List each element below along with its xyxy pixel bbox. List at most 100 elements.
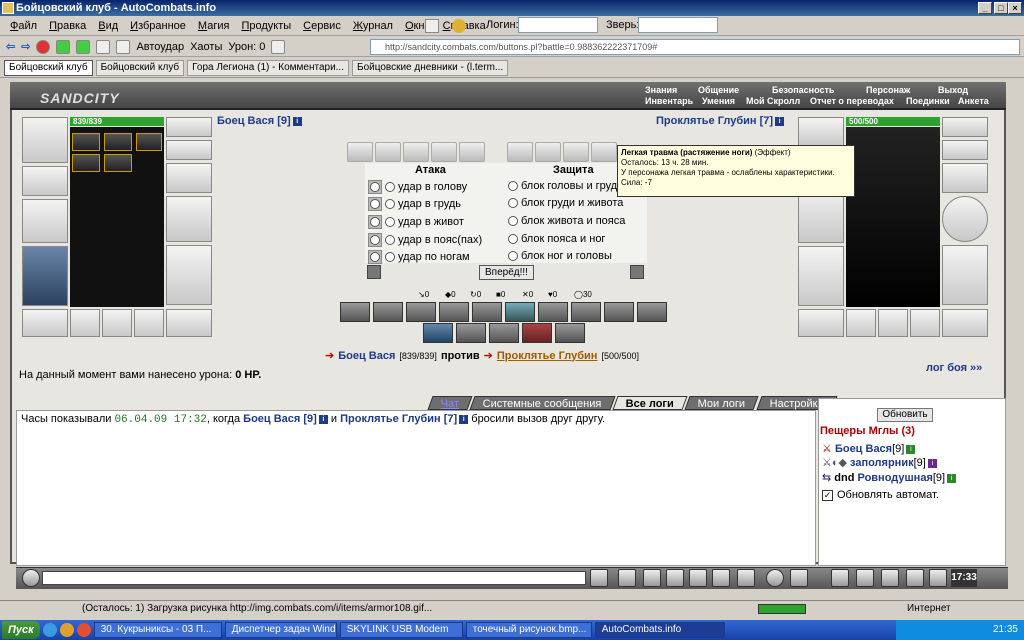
enemy-ring-slot-3[interactable] (910, 309, 940, 337)
skill-slot-1[interactable] (340, 302, 370, 322)
skill-slot-3[interactable] (406, 302, 436, 322)
enemy-armor-slot[interactable] (798, 246, 844, 306)
attack-stomach[interactable]: удар в живот (368, 215, 464, 229)
task-kukryniksy[interactable]: 30. Кукрыниксы - 03 П... (93, 622, 222, 638)
scroll-slot-6[interactable] (507, 142, 533, 162)
autohit-button[interactable]: Автоудар (136, 41, 184, 53)
helmet-slot[interactable] (22, 117, 68, 163)
block-head-chest[interactable]: блок головы и груди (508, 180, 623, 192)
menu-favorites[interactable]: Избранное (130, 20, 186, 32)
chat-enemy[interactable]: Проклятье Глубин [7] i (340, 413, 469, 425)
scroll-icon[interactable] (856, 569, 874, 587)
tab-diaries[interactable]: Бойцовские дневники - (l.term... (352, 59, 509, 76)
ring-slot-1[interactable] (70, 309, 100, 337)
skill-slot-14[interactable] (522, 323, 552, 343)
menu-products[interactable]: Продукты (241, 20, 291, 32)
media-icon[interactable] (59, 623, 74, 637)
enemy-belt-slot[interactable] (798, 309, 844, 337)
location-player-2[interactable]: ⚔◐◆ заполярник[9] i (822, 456, 937, 469)
maximize-button[interactable]: □ (994, 2, 1008, 14)
enemy-ring-slot-1[interactable] (846, 309, 876, 337)
chat-input[interactable] (42, 571, 586, 585)
belt-slot[interactable] (22, 309, 68, 337)
fight-log-link[interactable]: лог боя »» (926, 362, 982, 374)
damage-button[interactable]: Урон: 0 (228, 41, 265, 53)
necklace-slot[interactable] (166, 140, 212, 160)
filter-icon[interactable] (271, 39, 286, 54)
coin-icon[interactable] (452, 19, 466, 33)
skill-slot-15[interactable] (555, 323, 585, 343)
enemy-ring-slot-2[interactable] (878, 309, 908, 337)
menu-magic[interactable]: Магия (198, 20, 230, 32)
tools-icon[interactable] (116, 39, 131, 54)
scroll-slot-5[interactable] (459, 142, 485, 162)
nav-character[interactable]: Персонаж (866, 85, 910, 95)
strategy-icon-right[interactable] (630, 265, 644, 279)
tab-club-1[interactable]: Бойцовский клуб (4, 59, 93, 76)
start-button[interactable]: Пуск (2, 621, 40, 639)
menu-view[interactable]: Вид (98, 20, 118, 32)
skill-slot-7[interactable] (538, 302, 568, 322)
enemy-shield-slot[interactable] (942, 196, 988, 242)
buff-slot-4[interactable] (72, 154, 100, 172)
vs-enemy[interactable]: Проклятье Глубин (497, 350, 598, 362)
task-modem[interactable]: SKYLINK USB Modem (339, 622, 463, 638)
nav-social[interactable]: Общение (698, 85, 739, 95)
earrings-slot[interactable] (166, 117, 212, 137)
info-icon[interactable]: i (947, 473, 957, 483)
menu-file[interactable]: Файл (10, 20, 37, 32)
scroll-slot-8[interactable] (563, 142, 589, 162)
map-icon[interactable] (790, 569, 808, 587)
tab-all-logs[interactable]: Все логи (612, 396, 688, 410)
enemy-name[interactable]: Проклятье Глубин [7] i (656, 115, 785, 127)
skill-slot-4[interactable] (439, 302, 469, 322)
menu-edit[interactable]: Правка (49, 20, 86, 32)
auto-refresh-option[interactable]: ✓ Обновлять автомат. (822, 489, 939, 501)
home-page-icon[interactable] (96, 39, 111, 54)
buff-slot-3[interactable] (136, 133, 162, 151)
skill-slot-8[interactable] (571, 302, 601, 322)
nav-scroll[interactable]: Мой Скролл (746, 96, 800, 106)
refresh-icon[interactable] (56, 39, 71, 54)
edit-icon[interactable] (712, 569, 730, 587)
minimize-button[interactable]: _ (978, 2, 992, 14)
shield-slot[interactable] (166, 196, 212, 242)
skill-slot-11[interactable] (423, 323, 453, 343)
home-icon[interactable] (425, 19, 439, 33)
reload-icon[interactable] (76, 39, 91, 54)
enemy-helmet-slot[interactable] (798, 117, 844, 147)
skill-slot-9[interactable] (604, 302, 634, 322)
strategy-icon-left[interactable] (367, 265, 381, 279)
refresh-button[interactable]: Обновить (877, 408, 933, 422)
block-stomach-belt[interactable]: блок живота и пояса (508, 215, 625, 227)
tab-system[interactable]: Системные сообщения (469, 396, 616, 410)
scroll-slot-4[interactable] (431, 142, 457, 162)
nav-transfers[interactable]: Отчет о переводах (810, 96, 894, 106)
enemy-boots-slot[interactable] (942, 309, 988, 337)
gloves-slot[interactable] (166, 163, 212, 193)
boots-slot[interactable] (166, 309, 212, 337)
enemy-legs-slot[interactable] (942, 245, 988, 305)
attack-belt[interactable]: удар в пояс(пах) (368, 233, 482, 247)
music-icon[interactable] (737, 569, 755, 587)
beast-field[interactable] (638, 17, 718, 33)
nav-exit[interactable]: Выход (938, 85, 968, 95)
tab-legion[interactable]: Гора Легиона (1) - Комментари... (187, 59, 349, 76)
location-player-1[interactable]: ⚔ Боец Вася[9] i (822, 442, 916, 455)
skill-slot-6[interactable] (505, 302, 535, 322)
potion-icon[interactable] (831, 569, 849, 587)
buff-slot-5[interactable] (104, 154, 132, 172)
task-bitmap[interactable]: точечный рисунок.bmp... (465, 622, 592, 638)
enemy-avatar[interactable] (846, 127, 940, 307)
tab-my-logs[interactable]: Мои логи (684, 396, 760, 410)
back-icon[interactable]: ⇦ (6, 40, 15, 53)
skill-slot-5[interactable] (472, 302, 502, 322)
enemy-earrings-slot[interactable] (942, 117, 988, 137)
opera-icon[interactable] (76, 623, 91, 637)
attack-chest[interactable]: удар в грудь (368, 197, 461, 211)
chaos-button[interactable]: Хаоты (190, 41, 222, 53)
smiley-icon[interactable] (22, 569, 40, 587)
friends-icon[interactable] (906, 569, 924, 587)
emote-icon[interactable] (766, 569, 784, 587)
ring-slot-2[interactable] (102, 309, 132, 337)
